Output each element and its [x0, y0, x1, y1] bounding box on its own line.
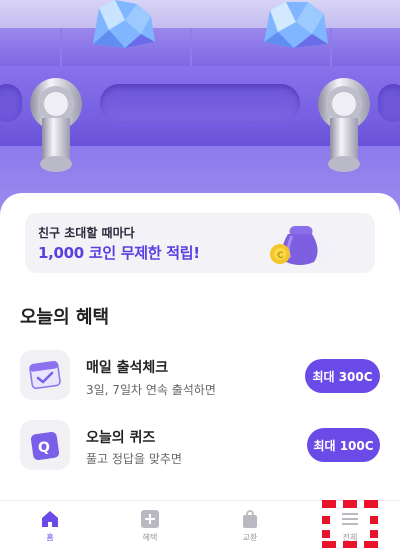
- highlight-marker: [343, 500, 357, 508]
- shopping-bag-icon: [243, 510, 257, 528]
- nav-item-home[interactable]: 홈: [0, 501, 100, 548]
- quiz-icon: Q: [20, 420, 70, 470]
- highlight-marker: [322, 541, 336, 548]
- banner-line2: 1,000 코인 무제한 적립!: [38, 244, 200, 262]
- nav-label: 교환: [242, 533, 258, 542]
- hero-slot-right: [378, 84, 400, 122]
- hero-ledge-seam: [60, 28, 62, 68]
- highlight-marker: [370, 516, 378, 524]
- bottom-nav: 홈 혜택 교환 전체: [0, 500, 400, 548]
- nav-item-benefits[interactable]: 혜택: [100, 501, 200, 548]
- benefit-subtitle: 3일, 7일차 연속 출석하면: [86, 383, 216, 397]
- attendance-calendar-icon: [20, 350, 70, 400]
- quiz-reward-button[interactable]: 최대 100C: [307, 428, 380, 462]
- nav-label: 혜택: [142, 533, 158, 542]
- highlight-marker: [322, 500, 336, 508]
- nav-label: 홈: [46, 533, 54, 542]
- svg-text:C: C: [277, 251, 284, 261]
- pipe-left-icon: [30, 78, 82, 172]
- highlight-marker: [364, 541, 378, 548]
- hero-illustration: [0, 0, 400, 215]
- plus-square-icon: [141, 510, 159, 528]
- benefit-title: 오늘의 퀴즈: [86, 430, 156, 446]
- coin-pouch-icon: C: [270, 226, 333, 265]
- highlight-marker: [343, 541, 357, 548]
- highlight-marker: [322, 516, 330, 524]
- highlight-marker: [364, 500, 378, 508]
- home-icon: [42, 511, 58, 527]
- highlight-marker: [370, 530, 378, 538]
- menu-icon: [342, 513, 358, 525]
- svg-text:Q: Q: [38, 440, 50, 456]
- crystal-right-icon: [264, 2, 328, 48]
- benefit-subtitle: 풀고 정답을 맞추면: [86, 452, 182, 466]
- crystal-left-icon: [93, 0, 155, 48]
- banner-line1: 친구 초대할 때마다: [38, 226, 135, 240]
- pipe-right-icon: [318, 78, 370, 172]
- benefit-title: 매일 출석체크: [86, 360, 169, 376]
- section-title: 오늘의 혜택: [20, 307, 110, 328]
- nav-item-exchange[interactable]: 교환: [200, 501, 300, 548]
- hero-slot: [100, 84, 300, 122]
- attendance-reward-button[interactable]: 최대 300C: [305, 359, 380, 393]
- highlight-marker: [322, 530, 330, 538]
- hero-slot-left: [0, 84, 22, 122]
- hero-ledge-seam: [190, 28, 192, 68]
